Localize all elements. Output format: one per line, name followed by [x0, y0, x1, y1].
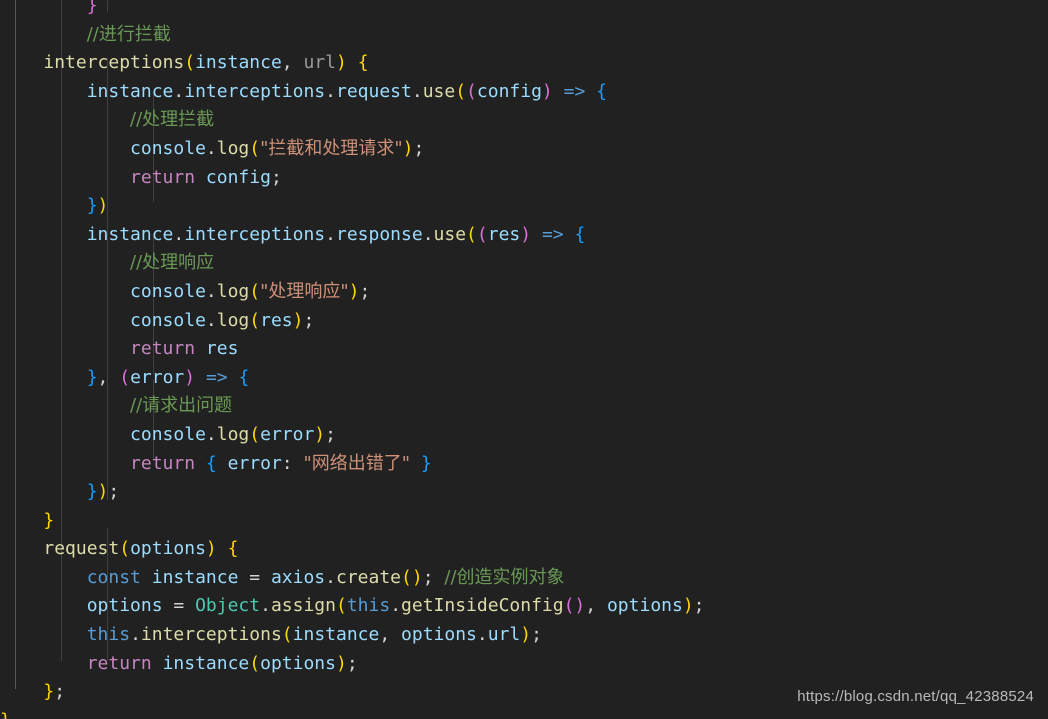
code-line: //进行拦截: [86, 23, 171, 45]
code-line: });: [86, 481, 120, 503]
code-line: interceptions(instance, url) {: [43, 52, 369, 74]
code-line: this.interceptions(instance, options.url…: [86, 624, 542, 646]
code-line: const instance = axios.create(); //创造实例对…: [86, 566, 565, 588]
code-line: return config;: [130, 166, 282, 188]
code-line: console.log("拦截和处理请求");: [130, 137, 425, 159]
code-line: console.log("处理响应");: [130, 280, 371, 302]
code-line: return instance(options);: [86, 652, 358, 674]
code-content[interactable]: } //进行拦截 interceptions(instance, url) { …: [0, 0, 1048, 719]
watermark-url: https://blog.csdn.net/qq_42388524: [797, 688, 1034, 705]
code-line: //处理拦截: [130, 109, 215, 131]
code-line: console.log(res);: [130, 309, 315, 331]
code-line: request(options) {: [43, 538, 239, 560]
code-line: }: [0, 707, 1048, 719]
code-line: return res: [130, 338, 239, 360]
code-line: options = Object.assign(this.getInsideCo…: [86, 595, 705, 617]
code-line: //处理响应: [130, 252, 215, 274]
code-line: return { error: "网络出错了" }: [130, 452, 432, 474]
code-line: //请求出问题: [130, 395, 233, 417]
code-editor-window: } //进行拦截 interceptions(instance, url) { …: [0, 0, 1048, 719]
code-line: }, (error) => {: [86, 366, 250, 388]
code-line: }: [86, 0, 98, 16]
code-line: }: [43, 509, 55, 531]
code-line: }): [86, 195, 109, 217]
code-line: instance.interceptions.response.use((res…: [86, 223, 586, 245]
code-line: console.log(error);: [130, 423, 336, 445]
code-line: instance.interceptions.request.use((conf…: [86, 80, 607, 102]
